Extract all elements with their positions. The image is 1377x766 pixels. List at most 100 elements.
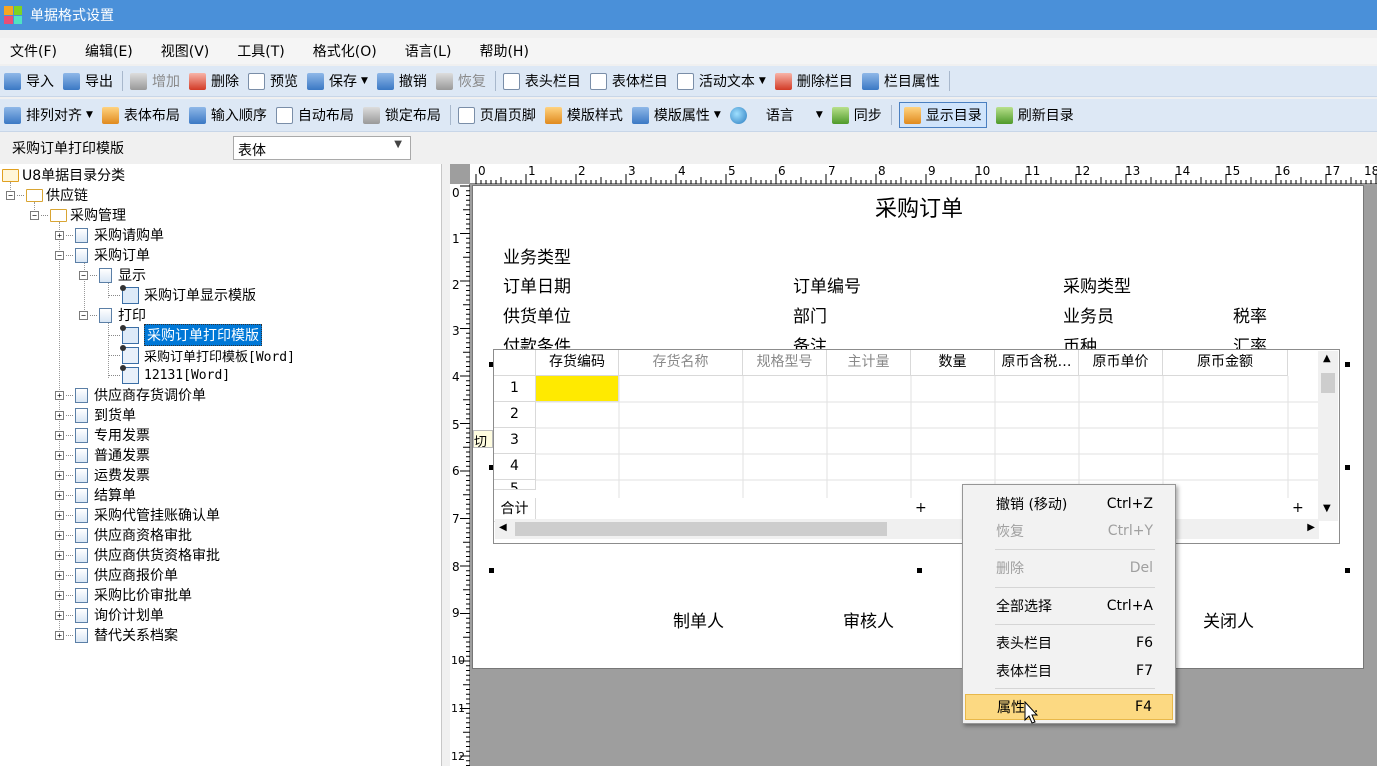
auto-layout-button[interactable]: 自动布局 [275, 105, 354, 125]
tree-node-supply-chain[interactable]: − 供应链 [6, 185, 88, 205]
menu-item-delete[interactable]: 删除 Del [965, 555, 1173, 581]
column-properties-button[interactable]: 栏目属性 [861, 71, 940, 91]
tree-node-category[interactable]: + 运费发票 [55, 465, 150, 485]
field-purchase-type[interactable]: 采购类型 [1063, 272, 1131, 297]
resize-handle[interactable] [1345, 362, 1350, 367]
grid-column-header[interactable]: 原币金额 [1163, 350, 1288, 376]
template-style-button[interactable]: 模版样式 [544, 105, 623, 125]
tree-node-category[interactable]: + 供应商资格审批 [55, 525, 192, 545]
show-directory-button[interactable]: 显示目录 [898, 102, 987, 128]
chevron-down-icon[interactable]: ▼ [816, 110, 823, 120]
header-footer-button[interactable]: 页眉页脚 [457, 105, 536, 125]
save-button[interactable]: 保存 ▼ [307, 71, 368, 91]
expand-icon[interactable]: + [55, 630, 64, 640]
expand-icon[interactable]: + [55, 510, 64, 520]
menu-language[interactable]: 语言(L) [405, 41, 452, 61]
align-button[interactable]: 排列对齐 ▼ [4, 105, 93, 125]
resize-handle[interactable] [489, 568, 494, 573]
tree-node-purchase-order[interactable]: − 采购订单 [55, 245, 150, 265]
header-columns-button[interactable]: 表头栏目 [502, 71, 581, 91]
menu-view[interactable]: 视图(V) [161, 41, 210, 61]
body-grid[interactable]: 存货编码 存货名称 规格型号 主计量 数量 原币含税… 原币单价 原币金额 1 … [493, 349, 1340, 544]
body-layout-button[interactable]: 表体布局 [101, 105, 180, 125]
input-order-button[interactable]: 输入顺序 [188, 105, 267, 125]
body-columns-button[interactable]: 表体栏目 [589, 71, 668, 91]
tree-node-print[interactable]: − 打印 [79, 305, 146, 325]
tree-node-display-template[interactable]: 采购订单显示模版 [108, 284, 256, 305]
collapse-icon[interactable]: − [6, 190, 15, 200]
tree-node-category[interactable]: + 专用发票 [55, 425, 150, 445]
menu-help[interactable]: 帮助(H) [479, 41, 528, 61]
undo-button[interactable]: 撤销 [376, 71, 427, 91]
expand-icon[interactable]: + [55, 570, 64, 580]
grid-column-header[interactable]: 数量 [911, 350, 995, 376]
menu-item-properties[interactable]: 属性... F4 [965, 694, 1173, 720]
collapse-icon[interactable]: − [30, 210, 39, 220]
scroll-thumb[interactable] [1321, 373, 1335, 393]
tree-node-print-template[interactable]: 采购订单打印模版 [108, 324, 262, 346]
field-tax-rate[interactable]: 税率 [1233, 302, 1267, 327]
tree-root[interactable]: U8单据目录分类 [2, 165, 125, 185]
expand-icon[interactable]: + [55, 550, 64, 560]
chevron-up-icon[interactable]: ▲ [1323, 353, 1331, 364]
grid-column-header[interactable]: 存货编码 [536, 350, 619, 376]
import-button[interactable]: 导入 [4, 71, 54, 91]
menu-file[interactable]: 文件(F) [10, 41, 57, 61]
field-business-type[interactable]: 业务类型 [503, 243, 571, 268]
grid-horizontal-scrollbar[interactable]: ◀ ▶ [495, 519, 1319, 539]
template-properties-button[interactable]: 模版属性 ▼ [631, 105, 721, 125]
expand-icon[interactable]: + [55, 470, 64, 480]
expand-icon[interactable]: + [55, 490, 64, 500]
tree-node-category[interactable]: + 到货单 [55, 405, 136, 425]
section-select[interactable]: 表体 ▼ [233, 136, 411, 160]
expand-icon[interactable]: + [55, 530, 64, 540]
scroll-thumb[interactable] [515, 522, 887, 536]
menu-item-redo[interactable]: 恢复 Ctrl+Y [965, 518, 1173, 544]
grid-selected-cell[interactable] [536, 376, 619, 402]
design-canvas[interactable]: 0 1 2 3 4 5 6 7 8 9 10 11 12 13 14 15 16… [450, 164, 1377, 766]
refresh-directory-button[interactable]: 刷新目录 [995, 105, 1074, 125]
tree-node-category[interactable]: + 询价计划单 [55, 605, 164, 625]
field-order-number[interactable]: 订单编号 [793, 272, 861, 297]
tree-node-purchase-request[interactable]: + 采购请购单 [55, 225, 164, 245]
chevron-down-icon[interactable]: ▼ [1323, 503, 1331, 514]
expand-icon[interactable]: + [55, 390, 64, 400]
footer-closer[interactable]: 关闭人 [1203, 607, 1254, 632]
chevron-down-icon[interactable]: ▼ [86, 110, 93, 120]
menu-item-select-all[interactable]: 全部选择 Ctrl+A [965, 593, 1173, 619]
lock-layout-button[interactable]: 锁定布局 [362, 105, 441, 125]
menu-tools[interactable]: 工具(T) [237, 41, 284, 61]
add-button[interactable]: 增加 [130, 71, 180, 91]
redo-button[interactable]: 恢复 [435, 71, 486, 91]
tree-node-category[interactable]: + 供应商存货调价单 [55, 385, 206, 405]
resize-handle[interactable] [917, 568, 922, 573]
menu-edit[interactable]: 编辑(E) [85, 41, 133, 61]
tree-node-print-template-word[interactable]: 采购订单打印模板[Word] [108, 344, 295, 365]
export-button[interactable]: 导出 [63, 71, 113, 91]
tree-node-category[interactable]: + 普通发票 [55, 445, 150, 465]
grid-vertical-scrollbar[interactable]: ▲ ▼ [1318, 351, 1338, 521]
expand-icon[interactable]: + [55, 410, 64, 420]
tree-node-template-12131[interactable]: 12131[Word] [108, 364, 230, 385]
chevron-down-icon[interactable]: ▼ [361, 76, 368, 86]
chevron-right-icon[interactable]: ▶ [1307, 522, 1315, 533]
language-button[interactable]: 语言 ▼ [729, 105, 823, 125]
collapse-icon[interactable]: − [55, 250, 64, 260]
grid-column-header[interactable]: 存货名称 [619, 350, 743, 376]
expand-icon[interactable]: + [55, 430, 64, 440]
document-title[interactable]: 采购订单 [875, 191, 963, 223]
menu-item-undo-move[interactable]: 撤销 (移动) Ctrl+Z [965, 491, 1173, 517]
tree-node-category[interactable]: + 采购代管挂账确认单 [55, 505, 220, 525]
grid-column-header[interactable]: 原币含税… [995, 350, 1079, 376]
chevron-left-icon[interactable]: ◀ [499, 522, 507, 533]
footer-auditor[interactable]: 审核人 [843, 607, 894, 632]
grid-column-header[interactable]: 主计量 [827, 350, 911, 376]
menu-format[interactable]: 格式化(O) [313, 41, 377, 61]
menu-item-header-columns[interactable]: 表头栏目 F6 [965, 630, 1173, 656]
delete-button[interactable]: 删除 [189, 71, 239, 91]
grid-column-header[interactable]: 原币单价 [1079, 350, 1163, 376]
tree-node-purchase-management[interactable]: − 采购管理 [30, 205, 126, 225]
delete-column-button[interactable]: 删除栏目 [774, 71, 853, 91]
footer-maker[interactable]: 制单人 [673, 607, 724, 632]
field-supplier[interactable]: 供货单位 [503, 302, 571, 327]
